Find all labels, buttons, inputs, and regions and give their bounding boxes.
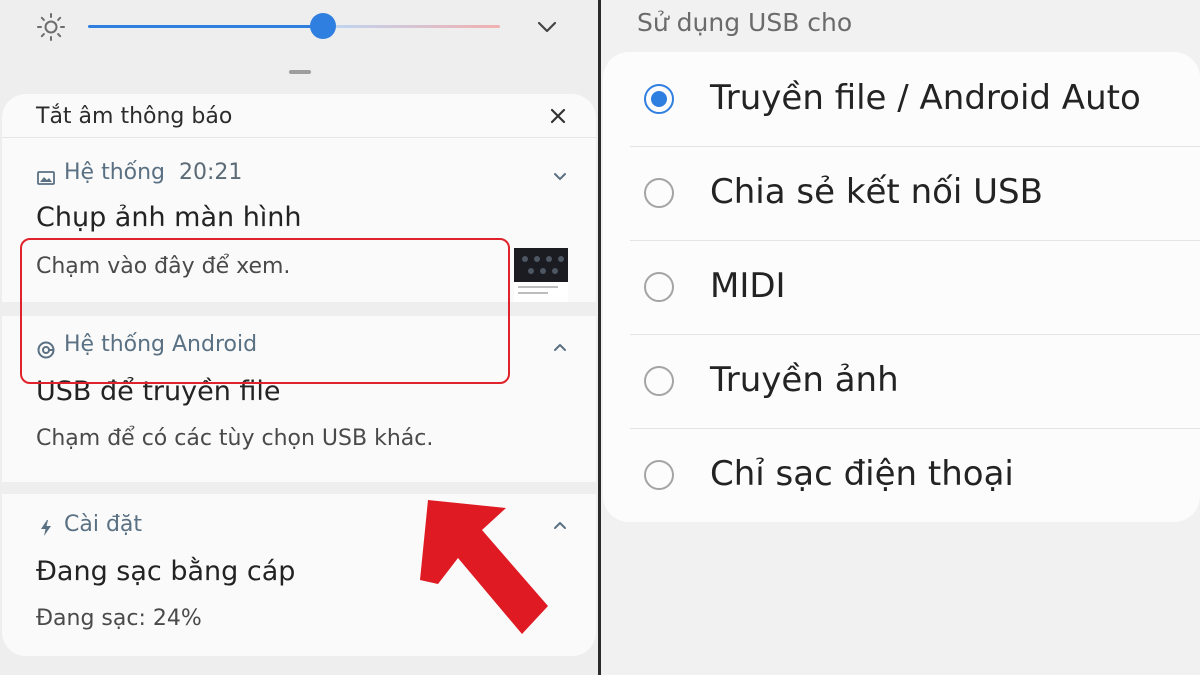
notification-title: Đang sạc bằng cáp	[36, 556, 296, 587]
thumbnail-text-line	[518, 286, 558, 288]
usb-option-charge-only[interactable]: Chỉ sạc điện thoại	[603, 428, 1200, 522]
brightness-row	[0, 0, 598, 56]
notification-app-line: Hệ thống 20:21	[64, 160, 242, 185]
thumbnail-dot	[558, 256, 564, 262]
notification-time: 20:21	[179, 160, 243, 185]
bolt-icon	[41, 520, 51, 536]
thumbnail-dot	[546, 256, 552, 262]
option-label: Chỉ sạc điện thoại	[710, 454, 1014, 494]
notification-body: Đang sạc: 24%	[36, 606, 202, 631]
usb-options-list: Truyền file / Android Auto Chia sẻ kết n…	[603, 52, 1200, 522]
option-label: Truyền file / Android Auto	[710, 78, 1141, 118]
thumbnail-text-line	[518, 292, 548, 294]
thumbnail-dot	[528, 268, 534, 274]
brightness-slider-fill[interactable]	[88, 25, 324, 28]
drag-handle[interactable]	[289, 70, 311, 74]
close-icon[interactable]	[548, 106, 568, 126]
notification-title: Chụp ảnh màn hình	[36, 202, 302, 233]
usb-option-photo-transfer[interactable]: Truyền ảnh	[603, 334, 1200, 428]
mute-notifications-label: Tắt âm thông báo	[36, 104, 233, 129]
usb-options-dialog: Sử dụng USB cho Truyền file / Android Au…	[601, 0, 1200, 675]
option-label: Truyền ảnh	[710, 360, 899, 400]
thumbnail-dot	[552, 268, 558, 274]
radio-button[interactable]	[644, 178, 674, 208]
thumbnail-preview	[514, 248, 568, 282]
thumbnail-dot	[540, 268, 546, 274]
mute-notifications-header: Tắt âm thông báo	[2, 94, 596, 138]
option-label: MIDI	[710, 266, 786, 306]
radio-button[interactable]	[644, 272, 674, 302]
screenshot-thumbnail[interactable]	[514, 248, 568, 302]
radio-button[interactable]	[644, 366, 674, 396]
notification-app-name: Cài đặt	[64, 512, 143, 537]
usb-option-midi[interactable]: MIDI	[603, 240, 1200, 334]
chevron-down-icon[interactable]	[534, 14, 560, 40]
radio-button-selected[interactable]	[644, 84, 674, 114]
notification-body: Chạm để có các tùy chọn USB khác.	[36, 426, 434, 451]
chevron-down-icon[interactable]	[552, 168, 568, 184]
option-label: Chia sẻ kết nối USB	[710, 172, 1043, 212]
usb-option-tethering[interactable]: Chia sẻ kết nối USB	[603, 146, 1200, 240]
thumbnail-dot	[534, 256, 540, 262]
dialog-title: Sử dụng USB cho	[637, 8, 853, 37]
notification-shade: Tắt âm thông báo Hệ thống 20:21 Chụp ảnh …	[0, 0, 598, 675]
notification-separator	[2, 482, 596, 494]
highlight-box	[20, 238, 510, 384]
radio-button[interactable]	[644, 460, 674, 490]
chevron-up-icon[interactable]	[552, 340, 568, 356]
brightness-slider-track[interactable]	[324, 25, 500, 28]
notification-app-name: Hệ thống	[64, 160, 166, 185]
image-icon	[37, 171, 55, 185]
notification-app-line: Cài đặt	[64, 512, 142, 537]
brightness-slider-thumb[interactable]	[310, 13, 336, 39]
thumbnail-dot	[522, 256, 528, 262]
pointer-arrow-icon	[420, 500, 548, 634]
usb-option-file-transfer[interactable]: Truyền file / Android Auto	[603, 52, 1200, 146]
brightness-icon	[37, 13, 65, 41]
